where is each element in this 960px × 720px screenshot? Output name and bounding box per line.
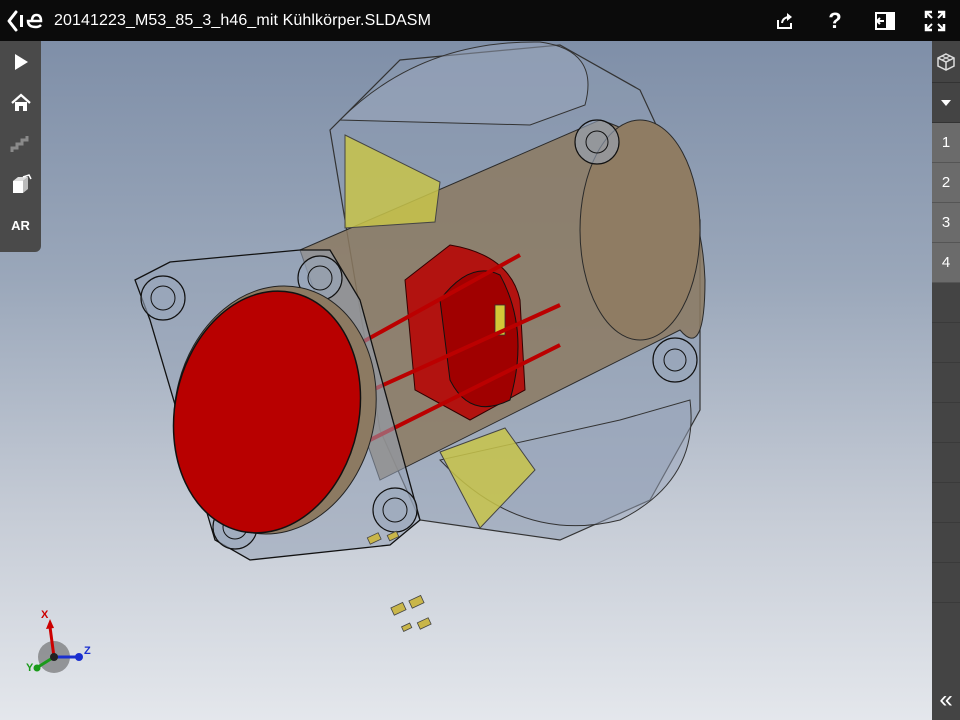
ar-button[interactable]: AR <box>0 205 41 246</box>
left-toolbar: AR <box>0 41 41 252</box>
assembly-model[interactable] <box>0 41 932 720</box>
triangle-down-icon <box>941 99 951 106</box>
triad-y-label: Y <box>26 662 34 674</box>
configuration-4[interactable]: 4 <box>932 243 960 283</box>
cube-icon <box>937 52 955 71</box>
share-button[interactable] <box>760 0 810 41</box>
box-button[interactable] <box>0 164 41 205</box>
configurations-dropdown[interactable] <box>932 83 960 123</box>
bolt-hole-top-left <box>140 275 186 321</box>
configuration-2[interactable]: 2 <box>932 163 960 203</box>
panel-toggle-button[interactable] <box>860 0 910 41</box>
triad-axes-icon <box>33 619 83 673</box>
bolt-hole-bottom-right <box>372 487 418 533</box>
document-title: 20141223_M53_85_3_h46_mit Kühlkörper.SLD… <box>54 11 432 29</box>
triad-z-label: Z <box>84 645 91 657</box>
title-bar: 20141223_M53_85_3_h46_mit Kühlkörper.SLD… <box>0 0 960 41</box>
right-panel: 1 2 3 4 « <box>932 41 960 720</box>
play-button[interactable] <box>0 41 41 82</box>
back-button[interactable] <box>6 0 44 41</box>
empty-slot <box>932 483 960 523</box>
help-icon: ? <box>828 7 842 33</box>
triad-x-label: X <box>41 609 49 621</box>
home-icon <box>10 93 31 111</box>
empty-slot <box>932 323 960 363</box>
box-icon <box>12 173 32 193</box>
view-cube-button[interactable] <box>932 41 960 83</box>
fullscreen-icon <box>924 10 946 31</box>
steps-button[interactable] <box>0 123 41 164</box>
empty-slot <box>932 523 960 563</box>
empty-slot <box>932 403 960 443</box>
collapse-panel-button[interactable]: « <box>932 680 960 720</box>
share-icon <box>777 12 792 29</box>
orientation-triad: X Z Y <box>24 605 98 679</box>
empty-slot <box>932 563 960 603</box>
edrawings-logo-icon <box>7 10 43 31</box>
3d-viewport[interactable] <box>0 41 932 720</box>
home-button[interactable] <box>0 82 41 123</box>
steps-icon <box>10 135 28 152</box>
configuration-1[interactable]: 1 <box>932 123 960 163</box>
help-button[interactable]: ? <box>810 0 860 41</box>
bolt-hole-rear-top <box>574 119 620 165</box>
empty-slot <box>932 443 960 483</box>
configuration-3[interactable]: 3 <box>932 203 960 243</box>
play-icon <box>14 53 28 70</box>
fullscreen-button[interactable] <box>910 0 960 41</box>
panel-toggle-icon <box>875 11 895 30</box>
empty-slot <box>932 363 960 403</box>
empty-slot <box>932 283 960 323</box>
bolt-hole-rear-bottom <box>652 337 698 383</box>
